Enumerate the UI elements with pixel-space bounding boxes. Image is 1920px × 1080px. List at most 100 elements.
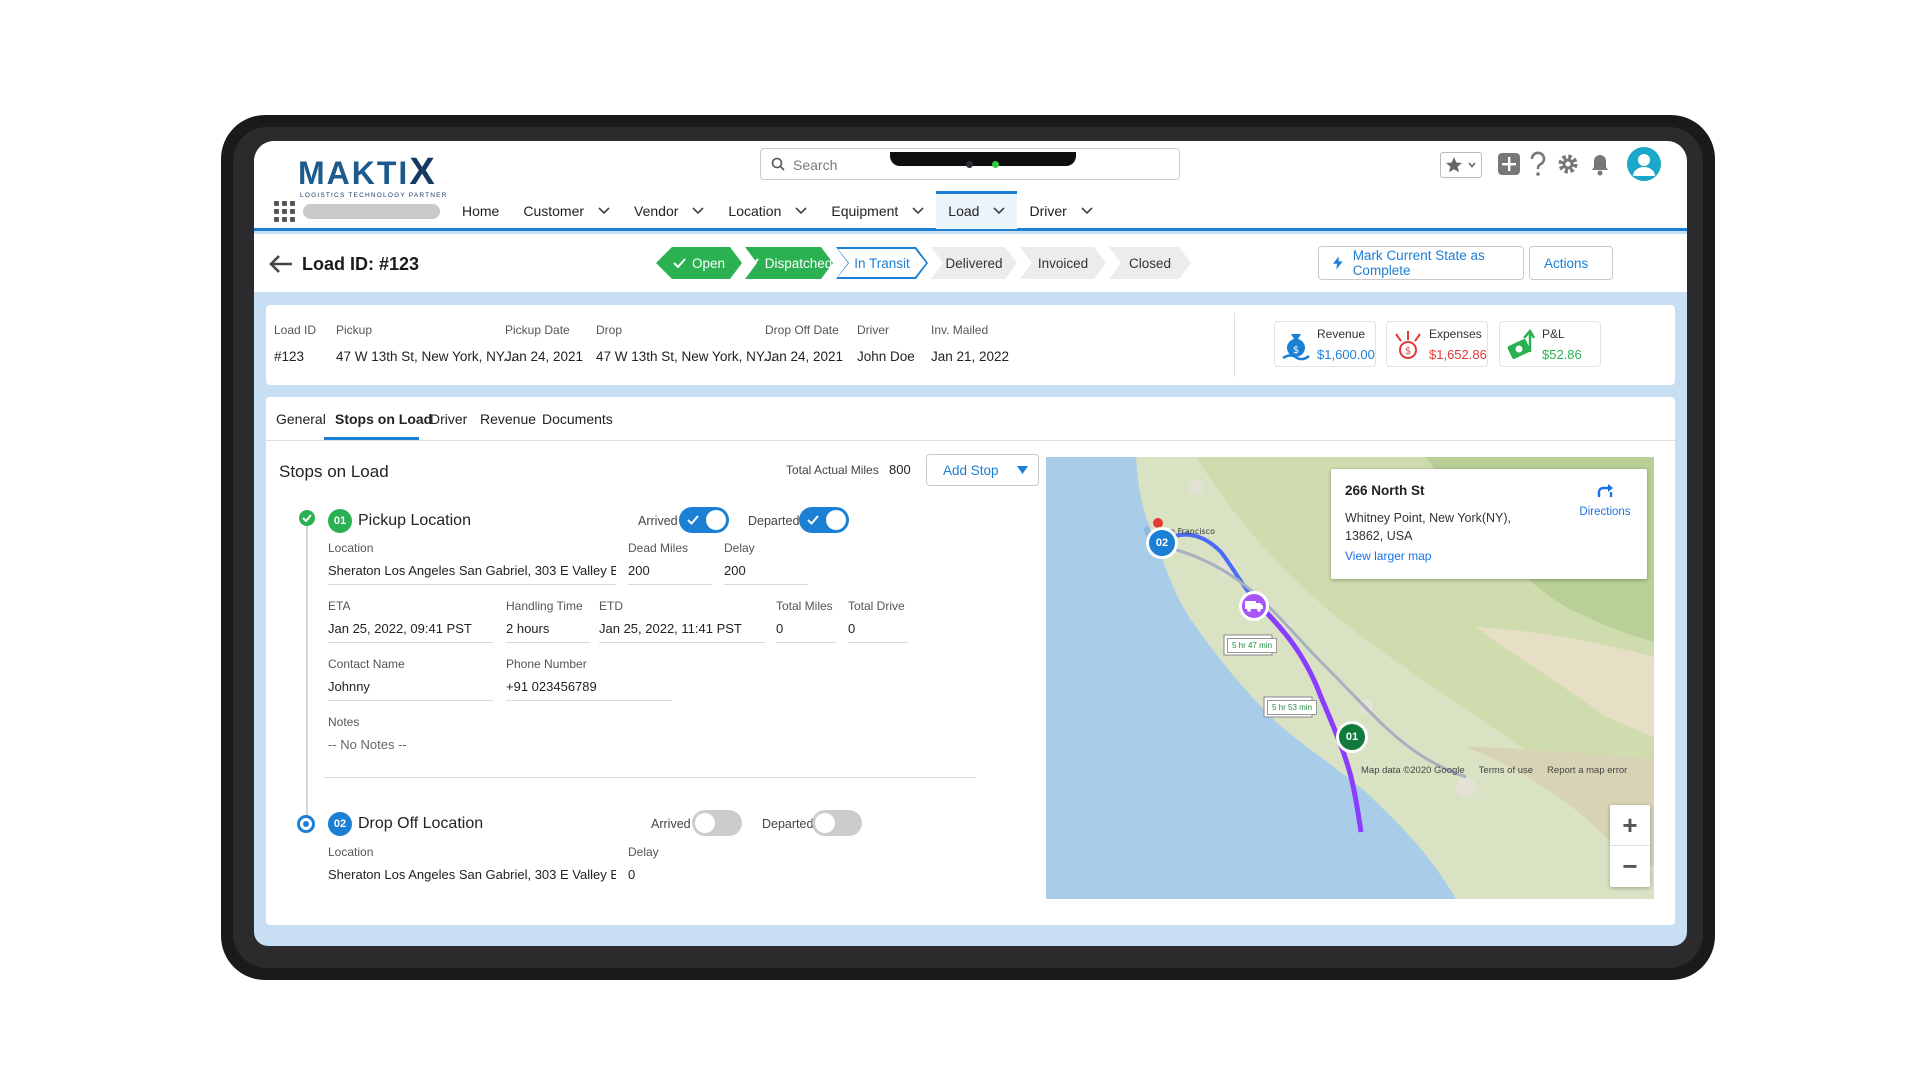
settings-button[interactable] [1555, 151, 1581, 182]
location-label: Location [328, 845, 374, 859]
map-address-line: 13862, USA [1345, 529, 1413, 543]
path-step-in-transit[interactable]: In Transit [836, 247, 928, 279]
dropoff-delay-field[interactable]: 0 [628, 867, 712, 888]
handling-time-label: Handling Time [506, 599, 583, 613]
nav-item-vendor[interactable]: Vendor [622, 193, 716, 229]
brand-logo[interactable]: MAKTIX LOGISTICS TECHNOLOGY PARTNER [298, 151, 448, 199]
mark-complete-label: Mark Current State as Complete [1352, 248, 1485, 278]
truck-location-icon[interactable] [1239, 591, 1269, 621]
dropoff-departed-label: Departed [762, 817, 814, 831]
delay-field[interactable]: 200 [724, 563, 808, 585]
summary-pickup: Pickup 47 W 13th St, New York, NY... [336, 323, 515, 364]
caret-down-icon [1016, 465, 1028, 474]
route-map[interactable]: San Francisco 5 hr 47 min 5 hr 53 min 02… [1046, 457, 1654, 899]
map-report-error-link[interactable]: Report a map error [1547, 765, 1627, 776]
stop-number-badge: 02 [328, 812, 352, 836]
handling-time-field[interactable]: 2 hours [506, 621, 590, 643]
pickup-arrived-toggle[interactable] [679, 507, 729, 533]
location-label: Location [328, 541, 374, 555]
tab-general[interactable]: General [276, 411, 326, 427]
total-drive-field[interactable]: 0 [848, 621, 908, 643]
notes-field[interactable]: -- No Notes -- [328, 737, 728, 758]
delay-label: Delay [628, 845, 659, 859]
dead-miles-field[interactable]: 200 [628, 563, 712, 585]
help-button[interactable] [1527, 151, 1549, 182]
actions-button[interactable]: Actions [1529, 246, 1613, 280]
path-step-label: Dispatched [764, 255, 833, 271]
path-step-label: Delivered [945, 255, 1003, 271]
contact-name-label: Contact Name [328, 657, 405, 671]
dropoff-location-field[interactable]: Sheraton Los Angeles San Gabriel, 303 E … [328, 867, 616, 888]
notes-label: Notes [328, 715, 360, 729]
add-global-button[interactable] [1496, 151, 1522, 182]
nav-item-equipment[interactable]: Equipment [819, 193, 936, 229]
path-step-open[interactable]: Open [656, 247, 742, 279]
nav-item-load[interactable]: Load [936, 190, 1018, 229]
path-step-invoiced[interactable]: Invoiced [1020, 247, 1106, 279]
map-pin-02[interactable]: 02 [1146, 527, 1178, 559]
total-miles-field[interactable]: 0 [776, 621, 836, 643]
app-launcher-icon[interactable] [274, 200, 295, 222]
tab-revenue[interactable]: Revenue [480, 411, 536, 427]
path-step-dispatched[interactable]: Dispatched [745, 247, 833, 279]
map-pin-01[interactable]: 01 [1336, 721, 1368, 753]
map-address-title: 266 North St [1345, 483, 1425, 498]
tab-driver[interactable]: Driver [430, 411, 467, 427]
chevron-down-icon[interactable] [795, 207, 807, 215]
dropoff-arrived-toggle[interactable] [692, 810, 742, 836]
stop-divider [324, 777, 976, 778]
bell-icon [1592, 155, 1608, 176]
nav-item-label: Vendor [634, 203, 679, 219]
record-header: Load ID: #123 Open Dispatched In Transit De… [254, 234, 1687, 292]
active-tab-indicator [324, 437, 419, 440]
search-placeholder: Search [793, 157, 838, 173]
camera-light-icon [992, 161, 999, 168]
logo-wordmark: MAKTI [298, 155, 410, 191]
nav-items: Home Customer Vendor Location Equipment Load D… [450, 190, 1105, 229]
check-icon [687, 515, 699, 525]
tab-stops-on-load[interactable]: Stops on Load [335, 411, 432, 427]
path-step-closed[interactable]: Closed [1109, 247, 1191, 279]
zoom-in-button[interactable]: + [1610, 805, 1650, 846]
total-drive-label: Total Drive [848, 599, 905, 613]
pickup-location-field[interactable]: Sheraton Los Angeles San Gabriel, 303 E … [328, 563, 616, 585]
chevron-down-icon[interactable] [912, 207, 924, 215]
pickup-departed-toggle[interactable] [799, 507, 849, 533]
zoom-out-button[interactable]: − [1610, 846, 1650, 887]
tab-documents[interactable]: Documents [542, 411, 613, 427]
route-time-label: 5 hr 47 min [1227, 638, 1278, 653]
add-stop-label: Add Stop [943, 462, 999, 478]
map-info-card: 266 North St Whitney Point, New York(NY)… [1331, 469, 1647, 579]
contact-name-field[interactable]: Johnny [328, 679, 493, 701]
nav-item-location[interactable]: Location [716, 193, 819, 229]
money-bag-icon: $ [1282, 334, 1310, 361]
etd-field[interactable]: Jan 25, 2022, 11:41 PST [599, 621, 765, 643]
view-larger-map-link[interactable]: View larger map [1345, 549, 1431, 563]
path-step-delivered[interactable]: Delivered [931, 247, 1017, 279]
eta-field[interactable]: Jan 25, 2022, 09:41 PST [328, 621, 493, 643]
directions-button[interactable]: Directions [1575, 481, 1635, 518]
dropoff-departed-toggle[interactable] [812, 810, 862, 836]
phone-number-field[interactable]: +91 023456789 [506, 679, 672, 701]
map-terms-link[interactable]: Terms of use [1479, 765, 1533, 776]
chevron-down-icon[interactable] [692, 207, 704, 215]
camera-notch [890, 152, 1076, 168]
notifications-button[interactable] [1588, 151, 1612, 182]
chevron-down-icon[interactable] [598, 207, 610, 215]
stop-complete-check-icon [299, 510, 315, 526]
mark-complete-button[interactable]: Mark Current State as Complete [1318, 246, 1524, 280]
chevron-down-icon[interactable] [1081, 207, 1093, 215]
user-avatar[interactable] [1627, 147, 1661, 181]
nav-item-driver[interactable]: Driver [1017, 193, 1104, 229]
back-arrow-icon[interactable] [268, 254, 294, 274]
logo-x-mark: X [409, 151, 437, 193]
nav-item-label: Equipment [831, 203, 899, 219]
pnl-value: $52.86 [1542, 347, 1582, 362]
add-stop-button[interactable]: Add Stop [926, 454, 1039, 486]
map-address-line: Whitney Point, New York(NY), [1345, 511, 1512, 525]
main-nav: Home Customer Vendor Location Equipment Load D… [274, 190, 1105, 229]
favorites-button[interactable] [1440, 152, 1482, 178]
nav-item-home[interactable]: Home [450, 193, 511, 229]
nav-item-customer[interactable]: Customer [511, 193, 622, 229]
chevron-down-icon[interactable] [993, 207, 1006, 215]
